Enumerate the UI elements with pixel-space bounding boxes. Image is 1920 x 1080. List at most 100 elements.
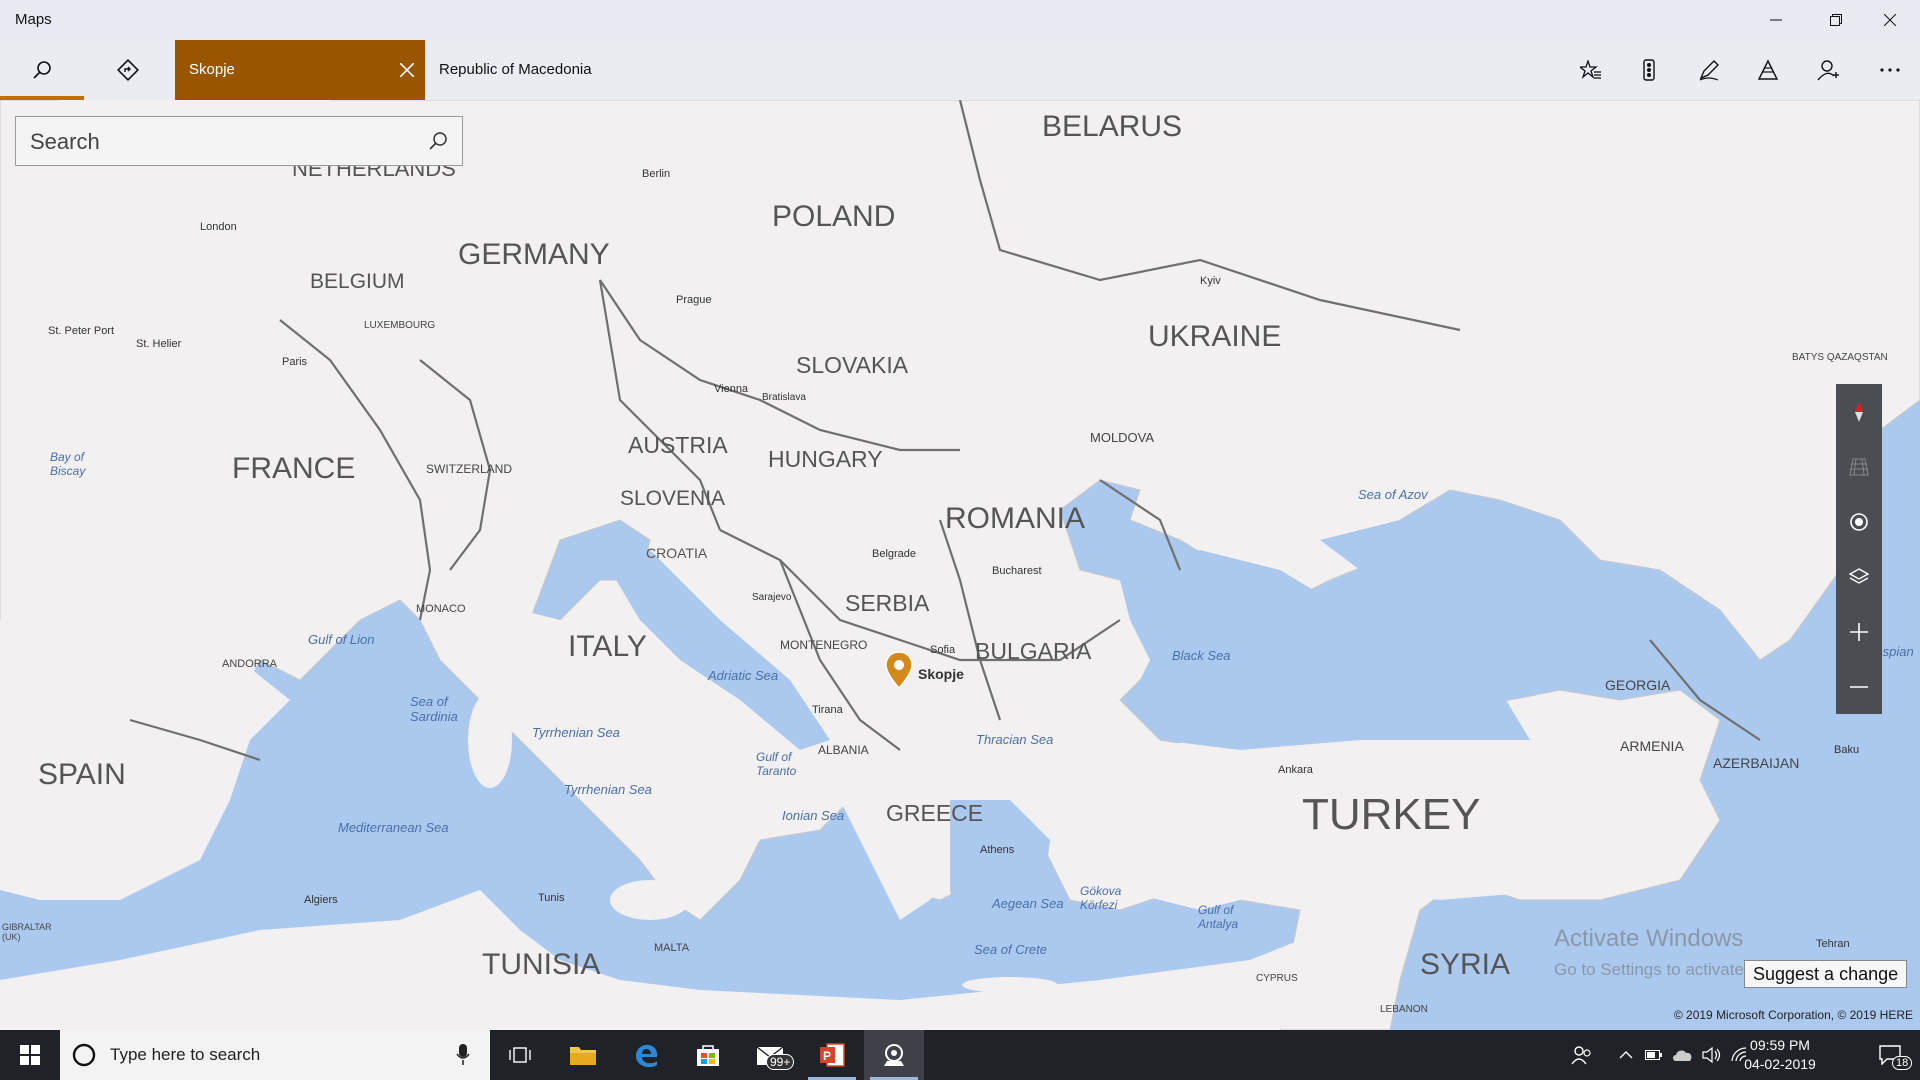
label-malta: MALTA xyxy=(654,942,690,954)
maps-app-button[interactable] xyxy=(864,1030,924,1080)
powerpoint-icon: P xyxy=(820,1043,845,1067)
city-berlin: Berlin xyxy=(642,168,671,180)
label-serbia: SERBIA xyxy=(845,590,930,616)
clock-time: 09:59 PM xyxy=(1750,1037,1810,1053)
label-belarus: BELARUS xyxy=(1042,110,1183,143)
store-button[interactable] xyxy=(678,1030,738,1080)
notification-badge: 18 xyxy=(1892,1056,1913,1070)
tilt-button[interactable] xyxy=(1836,439,1882,494)
label-france: FRANCE xyxy=(232,452,356,485)
my-location-button[interactable] xyxy=(1836,494,1882,549)
system-clock[interactable]: 09:59 PM 04-02-2019 xyxy=(1730,1036,1830,1074)
water-bay-of-biscay: Bay of Biscay xyxy=(50,450,86,478)
label-ukraine: UKRAINE xyxy=(1148,320,1282,353)
city-bratislava: Bratislava xyxy=(762,392,806,403)
volume-button[interactable] xyxy=(1698,1030,1726,1080)
label-poland: POLAND xyxy=(772,200,896,233)
city-tirana: Tirana xyxy=(812,704,843,716)
city-tunis: Tunis xyxy=(538,892,565,904)
toolbar: Skopje Republic of Macedonia xyxy=(0,40,1920,100)
label-italy: ITALY xyxy=(568,630,647,663)
label-cyprus: CYPRUS xyxy=(1256,973,1298,984)
account-button[interactable] xyxy=(1800,40,1856,100)
city-sarajevo: Sarajevo xyxy=(752,592,792,603)
water-aegean-sea: Aegean Sea xyxy=(992,896,1064,911)
water-sea-of-crete: Sea of Crete xyxy=(974,942,1047,957)
3d-cities-icon xyxy=(1757,59,1779,80)
favorites-icon xyxy=(1580,60,1601,79)
label-spain: SPAIN xyxy=(38,758,126,791)
traffic-button[interactable] xyxy=(1621,40,1677,100)
label-bulgaria: BULGARIA xyxy=(975,638,1092,664)
city-london: London xyxy=(200,221,237,233)
tab-skopje-label: Skopje xyxy=(189,61,235,78)
activate-windows-title: Activate Windows xyxy=(1554,925,1744,952)
ink-button[interactable] xyxy=(1681,40,1737,100)
compass-button[interactable] xyxy=(1836,384,1882,439)
city-ankara: Ankara xyxy=(1278,764,1313,776)
water-black-sea: Black Sea xyxy=(1172,648,1231,663)
chevron-up-icon xyxy=(1619,1051,1633,1059)
water-ionian-sea: Ionian Sea xyxy=(782,808,845,823)
city-belgrade: Belgrade xyxy=(872,548,917,560)
microphone-icon[interactable] xyxy=(456,1044,470,1066)
tab-skopje[interactable]: Skopje xyxy=(175,40,425,100)
action-center-button[interactable]: 18 xyxy=(1860,1030,1920,1080)
search-icon xyxy=(33,61,51,79)
city-tehran: Tehran xyxy=(1816,938,1850,950)
directions-button[interactable] xyxy=(86,40,170,100)
map-canvas[interactable]: BELARUS POLAND GERMANY BELGIUM UKRAINE S… xyxy=(0,100,1920,1030)
label-georgia: GEORGIA xyxy=(1605,677,1671,693)
mail-badge: 99+ xyxy=(766,1054,795,1070)
taskbar-search-box[interactable]: Type here to search xyxy=(60,1030,490,1080)
water-sea-of-sardinia: Sea of Sardinia xyxy=(410,694,458,724)
onedrive-status[interactable] xyxy=(1668,1030,1698,1080)
location-pin[interactable] xyxy=(884,650,914,690)
people-icon xyxy=(1571,1046,1591,1065)
label-andorra: ANDORRA xyxy=(222,658,278,670)
label-germany: GERMANY xyxy=(458,238,610,271)
search-input[interactable] xyxy=(16,117,432,167)
zoom-in-button[interactable] xyxy=(1836,604,1882,659)
file-explorer-button[interactable] xyxy=(553,1030,613,1080)
powerpoint-button[interactable]: P xyxy=(802,1030,862,1080)
search-submit-button[interactable] xyxy=(414,117,462,165)
close-window-button[interactable] xyxy=(1860,0,1920,40)
minimize-button[interactable] xyxy=(1746,0,1806,40)
city-st-peter-port: St. Peter Port xyxy=(48,325,115,337)
more-button[interactable] xyxy=(1862,40,1918,100)
label-slovenia: SLOVENIA xyxy=(620,487,726,510)
show-hidden-icons-button[interactable] xyxy=(1612,1030,1640,1080)
water-gulf-of-lion: Gulf of Lion xyxy=(308,632,375,647)
task-view-icon xyxy=(509,1047,531,1063)
clock-date: 04-02-2019 xyxy=(1744,1056,1816,1072)
mail-button[interactable]: 99+ xyxy=(740,1030,800,1080)
close-tab-button[interactable] xyxy=(389,40,425,100)
city-algiers: Algiers xyxy=(304,894,338,906)
suggest-change-button[interactable]: Suggest a change xyxy=(1744,960,1908,988)
layers-icon xyxy=(1849,567,1869,584)
pin-label: Skopje xyxy=(918,666,964,682)
search-tab-button[interactable] xyxy=(0,40,84,100)
edge-browser-button[interactable] xyxy=(616,1030,676,1080)
water-gokova-korfezi: Gökova Körfezi xyxy=(1080,884,1122,912)
svg-text:P: P xyxy=(823,1049,831,1063)
label-azerbaijan: AZERBAIJAN xyxy=(1713,755,1800,771)
search-icon xyxy=(429,132,447,150)
favorites-button[interactable] xyxy=(1563,40,1619,100)
water-mediterranean-sea: Mediterranean Sea xyxy=(338,820,449,835)
cloud-icon xyxy=(1673,1050,1692,1061)
task-view-button[interactable] xyxy=(490,1030,550,1080)
city-paris: Paris xyxy=(282,356,308,368)
restore-button[interactable] xyxy=(1806,0,1866,40)
people-button[interactable] xyxy=(1552,1030,1612,1080)
maps-icon xyxy=(884,1044,904,1066)
battery-status[interactable] xyxy=(1640,1030,1668,1080)
layers-button[interactable] xyxy=(1836,549,1882,604)
search-box[interactable] xyxy=(15,116,463,167)
zoom-out-button[interactable] xyxy=(1836,659,1882,714)
traffic-icon xyxy=(1643,59,1655,81)
water-tyrrhenian-sea-2: Tyrrhenian Sea xyxy=(564,782,652,797)
3d-cities-button[interactable] xyxy=(1740,40,1796,100)
start-button[interactable] xyxy=(0,1030,60,1080)
